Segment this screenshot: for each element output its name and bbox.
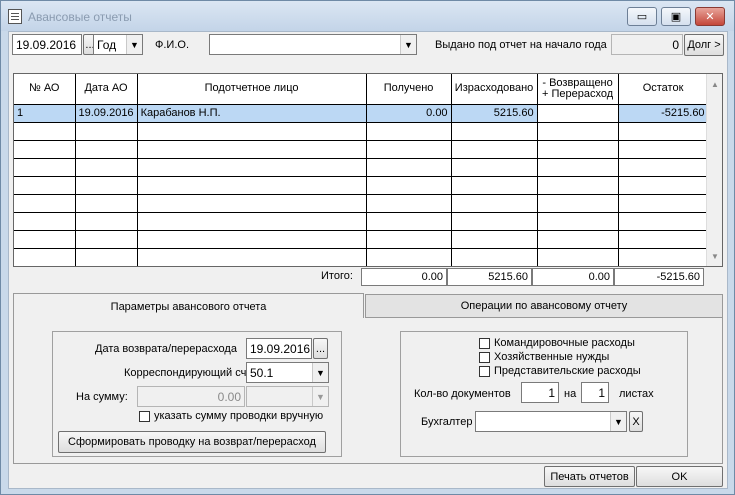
cell-spent[interactable]: 5215.60 — [451, 104, 538, 123]
accountant-label: Бухгалтер — [421, 416, 473, 428]
expenses-group: Командировочные расходы Хозяйственные ну… — [400, 331, 688, 457]
fio-label: Ф.И.О. — [155, 39, 189, 51]
form-entry-button[interactable]: Сформировать проводку на возврат/перерас… — [58, 431, 326, 453]
account-select[interactable]: 50.1 ▼ — [246, 362, 329, 383]
totals-label: Итого: — [321, 270, 353, 282]
client-area: 19.09.2016 ... Год ▼ Ф.И.О. ▼ Выдано под… — [8, 31, 728, 489]
period-select[interactable]: Год ▼ — [93, 34, 143, 55]
table-row[interactable] — [14, 212, 709, 231]
chevron-down-icon[interactable]: ▼ — [126, 35, 142, 54]
tab-operations[interactable]: Операции по авансовому отчету — [365, 294, 723, 318]
col-person[interactable]: Подотчетное лицо — [137, 74, 367, 105]
debt-button[interactable]: Долг > — [684, 34, 724, 56]
sheets-count-field[interactable]: 1 — [581, 382, 609, 403]
cell-received[interactable]: 0.00 — [366, 104, 452, 123]
representative-checkbox[interactable] — [479, 366, 490, 377]
chevron-down-icon[interactable]: ▼ — [312, 363, 328, 382]
total-balance: -5215.60 — [614, 268, 704, 286]
manual-sum-checkbox[interactable] — [139, 411, 150, 422]
scroll-down-icon[interactable]: ▼ — [711, 252, 719, 261]
col-returned[interactable]: - Возвращено + Перерасход — [537, 74, 619, 105]
docs-count-label: Кол-во документов — [414, 388, 511, 400]
advance-reports-table[interactable]: № АО Дата АО Подотчетное лицо Получено И… — [13, 73, 723, 267]
travel-expenses-checkbox[interactable] — [479, 338, 490, 349]
table-row[interactable] — [14, 158, 709, 177]
col-date[interactable]: Дата АО — [75, 74, 138, 105]
total-returned: 0.00 — [532, 268, 614, 286]
sheets-label: листах — [619, 388, 654, 400]
period-value: Год — [97, 37, 117, 52]
table-row[interactable] — [14, 230, 709, 249]
accountant-select[interactable]: ▼ — [475, 411, 627, 432]
return-date-field[interactable]: 19.09.2016 — [246, 338, 312, 359]
table-row[interactable] — [14, 122, 709, 141]
table-row[interactable] — [14, 140, 709, 159]
chevron-down-icon[interactable]: ▼ — [400, 35, 416, 54]
table-row[interactable] — [14, 194, 709, 213]
title-bar: Авансовые отчеты ▭ ▣ ✕ — [1, 1, 734, 31]
return-group: Дата возврата/перерасхода 19.09.2016 ...… — [52, 331, 342, 457]
maximize-button[interactable]: ▣ — [661, 7, 691, 26]
issued-value: 0 — [611, 34, 683, 55]
params-panel: Дата возврата/перерасхода 19.09.2016 ...… — [13, 318, 723, 464]
docs-count-field[interactable]: 1 — [521, 382, 559, 403]
travel-expenses-label: Командировочные расходы — [494, 337, 635, 349]
table-header-row: № АО Дата АО Подотчетное лицо Получено И… — [14, 74, 709, 105]
date-field[interactable]: 19.09.2016 — [12, 34, 82, 55]
return-date-picker-button[interactable]: ... — [313, 338, 328, 359]
table-row[interactable] — [14, 176, 709, 195]
account-value: 50.1 — [250, 365, 274, 380]
issued-label: Выдано под отчет на начало года — [435, 39, 607, 51]
tab-params[interactable]: Параметры авансового отчета — [13, 293, 364, 319]
cell-person[interactable]: Карабанов Н.П. — [137, 104, 367, 123]
table-scrollbar[interactable]: ▲ ▼ — [706, 74, 722, 266]
minimize-button[interactable]: ▭ — [627, 7, 657, 26]
chevron-down-icon[interactable]: ▼ — [610, 412, 626, 431]
scroll-up-icon[interactable]: ▲ — [711, 80, 719, 89]
representative-label: Представительские расходы — [494, 365, 641, 377]
manual-sum-label: указать сумму проводки вручную — [154, 410, 324, 422]
sum-field: 0.00 — [137, 386, 245, 407]
chevron-down-icon: ▼ — [312, 387, 328, 406]
cell-date[interactable]: 19.09.2016 — [75, 104, 138, 123]
ok-button[interactable]: OK — [636, 466, 723, 487]
household-label: Хозяйственные нужды — [494, 351, 610, 363]
total-spent: 5215.60 — [447, 268, 532, 286]
cell-balance[interactable]: -5215.60 — [618, 104, 709, 123]
fio-select[interactable]: ▼ — [209, 34, 417, 55]
window-title: Авансовые отчеты — [28, 10, 132, 24]
cell-number[interactable]: 1 — [14, 104, 76, 123]
return-date-label: Дата возврата/перерасхода — [95, 343, 237, 355]
col-balance[interactable]: Остаток — [618, 74, 709, 105]
household-checkbox[interactable] — [479, 352, 490, 363]
print-reports-button[interactable]: Печать отчетов — [544, 466, 635, 487]
cell-returned[interactable] — [537, 104, 619, 123]
col-spent[interactable]: Израсходовано — [451, 74, 538, 105]
total-received: 0.00 — [361, 268, 447, 286]
col-received[interactable]: Получено — [366, 74, 452, 105]
table-row[interactable]: 1 19.09.2016 Карабанов Н.П. 0.00 5215.60… — [14, 104, 709, 123]
account-label: Корреспондирующий счет — [124, 367, 258, 379]
table-row[interactable] — [14, 248, 709, 266]
app-icon — [8, 9, 22, 24]
sum-select: ▼ — [246, 386, 329, 407]
close-button[interactable]: ✕ — [695, 7, 725, 26]
sum-label: На сумму: — [76, 391, 128, 403]
window: Авансовые отчеты ▭ ▣ ✕ 19.09.2016 ... Го… — [0, 0, 735, 495]
clear-accountant-button[interactable]: X — [629, 411, 643, 432]
col-number[interactable]: № АО — [14, 74, 76, 105]
on-label: на — [564, 388, 577, 400]
